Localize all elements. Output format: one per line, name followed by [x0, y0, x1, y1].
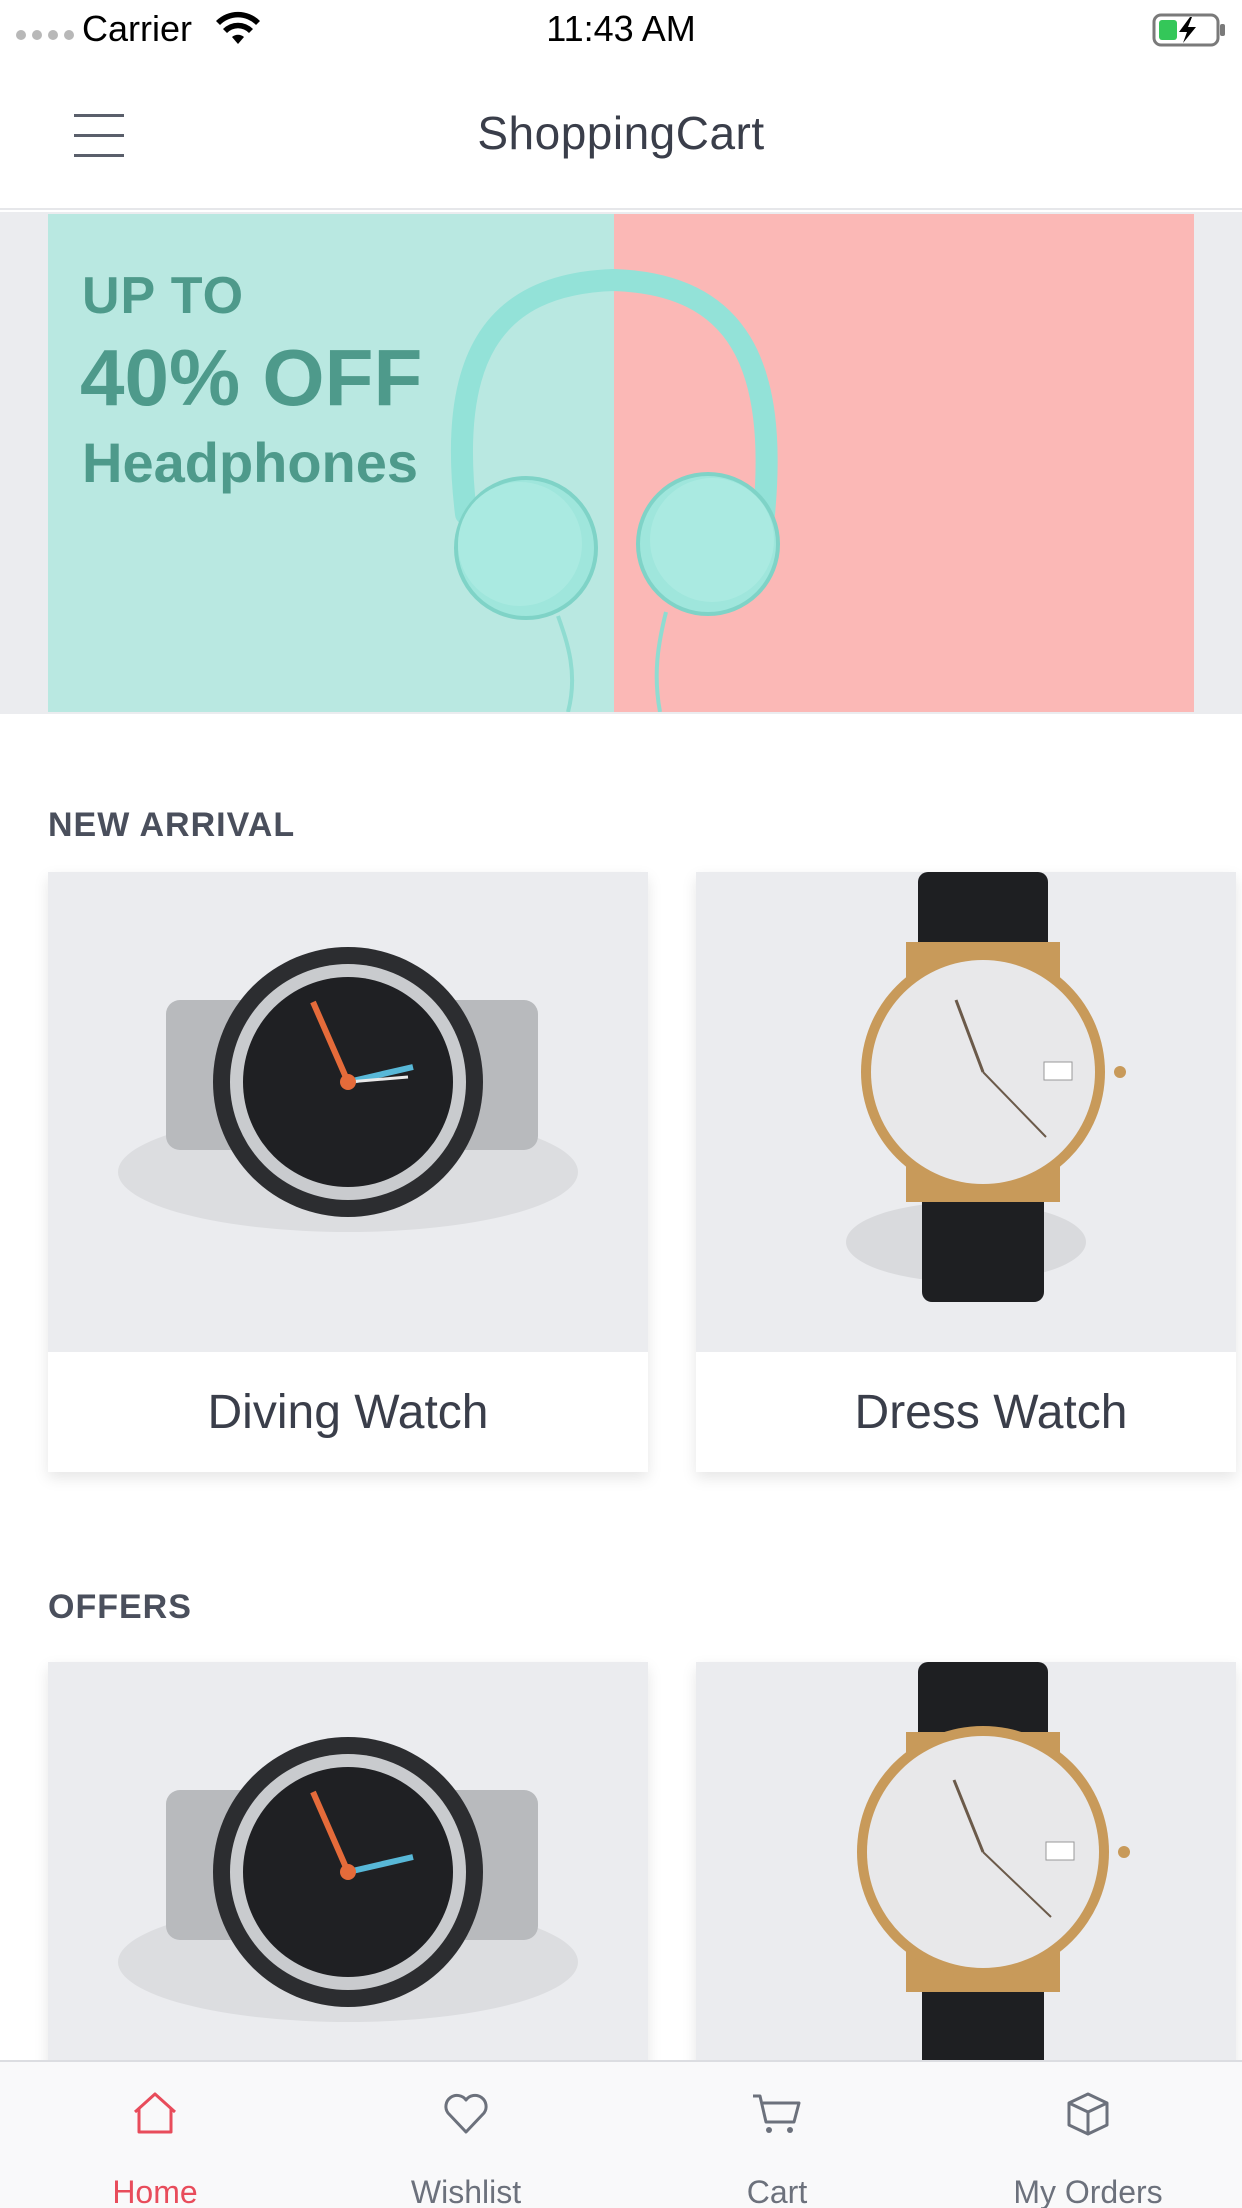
- product-card-dress-watch[interactable]: Dress Watch: [696, 872, 1236, 1472]
- promo-banner[interactable]: UP TO 40% OFF Headphones: [48, 214, 1194, 712]
- cart-icon: [753, 2094, 801, 2133]
- status-bar: Carrier 11:43 AM: [0, 0, 1242, 60]
- tab-wishlist[interactable]: Wishlist: [311, 2062, 621, 2208]
- tab-label: Wishlist: [410, 2174, 522, 2208]
- nav-header: ShoppingCart: [0, 60, 1242, 210]
- product-image: [48, 872, 648, 1352]
- tab-home[interactable]: Home: [0, 2062, 310, 2208]
- tab-label: Home: [112, 2174, 198, 2208]
- product-name: Dress Watch: [854, 1385, 1128, 1439]
- product-image: [696, 872, 1236, 1352]
- tab-cart[interactable]: Cart: [622, 2062, 932, 2208]
- product-name: Diving Watch: [207, 1385, 489, 1439]
- product-card-diving-watch[interactable]: Diving Watch: [48, 872, 648, 1472]
- dress-watch-image: [846, 872, 1126, 1302]
- section-title-offers: OFFERS: [48, 1588, 192, 1626]
- promo-banner-container: UP TO 40% OFF Headphones: [0, 212, 1242, 714]
- bottom-tab-bar: Home Wishlist Cart My Orders: [0, 2060, 1242, 2208]
- tab-label: Cart: [746, 2174, 808, 2208]
- banner-line-2: 40% OFF: [80, 333, 423, 422]
- banner-line-1: UP TO: [82, 267, 245, 325]
- tab-label: My Orders: [1013, 2174, 1163, 2208]
- tab-my-orders[interactable]: My Orders: [933, 2062, 1242, 2208]
- page-title: ShoppingCart: [477, 107, 765, 159]
- banner-line-3: Headphones: [82, 431, 419, 494]
- section-title-new-arrival: NEW ARRIVAL: [48, 806, 296, 844]
- heart-icon: [444, 2093, 488, 2134]
- home-icon: [133, 2092, 177, 2134]
- battery-charging-icon: [1152, 13, 1225, 47]
- diving-watch-image: [118, 947, 578, 1232]
- box-icon: [1067, 2092, 1109, 2136]
- status-time: 11:43 AM: [546, 8, 696, 49]
